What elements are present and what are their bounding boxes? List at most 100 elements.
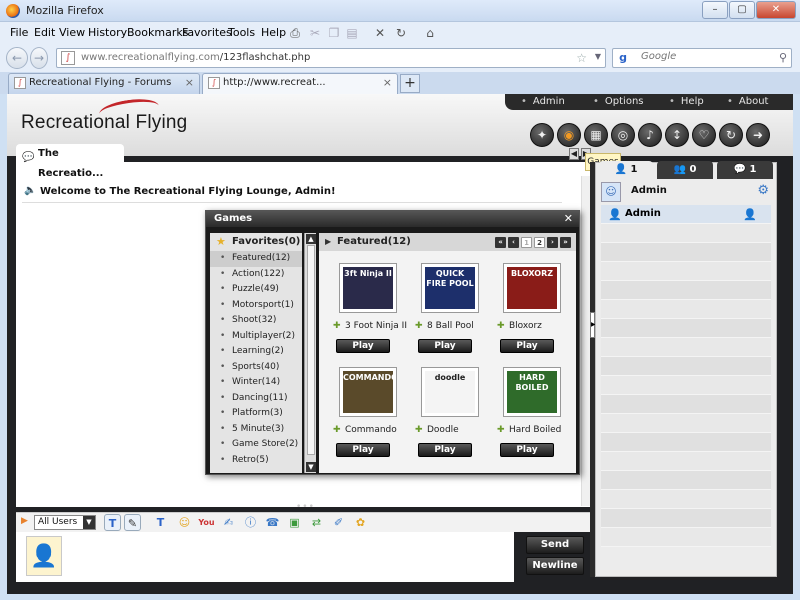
page-number[interactable]: 2 xyxy=(534,237,545,248)
search-icon[interactable]: ⚲ xyxy=(779,51,787,64)
send-button[interactable]: Send xyxy=(526,536,584,554)
refresh-icon[interactable]: ↻ xyxy=(719,123,743,147)
resize-grip[interactable]: ••• xyxy=(296,502,315,512)
game-thumbnail[interactable]: HARD BOILED xyxy=(503,367,561,417)
recipient-select[interactable]: All Users ▼ xyxy=(34,515,96,530)
page-number[interactable]: 1 xyxy=(521,237,532,248)
url-dropdown-icon[interactable]: ▼ xyxy=(595,52,601,61)
scroll-down-icon[interactable]: ▼ xyxy=(306,462,316,472)
menu-bookmarks[interactable]: Bookmarks xyxy=(127,26,188,39)
scroll-up-icon[interactable]: ▲ xyxy=(306,234,316,244)
close-tab-icon[interactable]: × xyxy=(383,74,392,92)
first-page-icon[interactable]: « xyxy=(495,237,506,248)
category-scrollbar[interactable]: ▲ ▼ xyxy=(304,233,316,473)
print-icon[interactable]: ⎙ xyxy=(287,25,303,41)
menu-help[interactable]: Help xyxy=(261,26,286,39)
favorites-category[interactable]: ★ Favorites(0) xyxy=(210,233,302,251)
play-button[interactable]: Play xyxy=(418,339,472,353)
message-input-area[interactable]: 👤 xyxy=(16,532,514,582)
room-prev-icon[interactable]: ◀ xyxy=(569,148,579,160)
chat-scrollbar[interactable] xyxy=(581,176,590,506)
sound-icon[interactable]: ♪ xyxy=(638,123,662,147)
game-thumbnail[interactable]: BLOXORZ xyxy=(503,263,561,313)
category-item[interactable]: Game Store(2) xyxy=(210,437,302,453)
game-thumbnail[interactable]: doodle xyxy=(421,367,479,417)
bookmark-star-icon[interactable]: ☆ xyxy=(576,51,587,65)
maximize-button[interactable]: ▢ xyxy=(729,1,755,19)
play-button[interactable]: Play xyxy=(336,443,390,457)
game-thumbnail[interactable]: COMMANDO xyxy=(339,367,397,417)
menu-history[interactable]: History xyxy=(88,26,127,39)
category-item[interactable]: 5 Minute(3) xyxy=(210,422,302,438)
category-item[interactable]: Sports(40) xyxy=(210,360,302,376)
category-item[interactable]: Dancing(11) xyxy=(210,391,302,407)
palette-icon[interactable]: ✿ xyxy=(352,514,369,531)
menu-tools[interactable]: Tools xyxy=(228,26,255,39)
stop-icon[interactable]: ✕ xyxy=(372,25,388,41)
category-item[interactable]: Featured(12) xyxy=(210,251,302,267)
info-icon[interactable]: ⓘ xyxy=(242,514,259,531)
chevron-down-icon[interactable]: ▼ xyxy=(83,516,95,529)
reload-icon[interactable]: ↻ xyxy=(393,25,409,41)
webcam-icon[interactable]: ◎ xyxy=(611,123,635,147)
forward-button[interactable]: → xyxy=(30,47,48,69)
link-help[interactable]: Help xyxy=(669,96,704,107)
browser-tab-chat[interactable]: ∫ http://www.recreat... × xyxy=(202,73,398,94)
minimize-button[interactable]: – xyxy=(702,1,728,19)
copy-icon[interactable]: ❐ xyxy=(326,25,342,41)
games-icon[interactable]: ◉ xyxy=(557,123,581,147)
gear-icon[interactable]: ⚙ xyxy=(757,183,769,198)
next-page-icon[interactable]: › xyxy=(547,237,558,248)
close-tab-icon[interactable]: × xyxy=(185,74,194,92)
paint-icon[interactable]: ✐ xyxy=(330,514,347,531)
browser-tab-forums[interactable]: ∫ Recreational Flying - Forums × xyxy=(8,73,200,94)
image-icon[interactable]: ▣ xyxy=(286,514,303,531)
paste-icon[interactable]: ▤ xyxy=(344,25,360,41)
search-bar[interactable]: g ⚲ xyxy=(612,48,792,68)
play-button[interactable]: Play xyxy=(418,443,472,457)
close-window-button[interactable]: ✕ xyxy=(756,1,796,19)
menu-file[interactable]: File xyxy=(10,26,28,39)
play-button[interactable]: Play xyxy=(336,339,390,353)
my-avatar-icon[interactable]: 👤 xyxy=(26,536,62,576)
link-admin[interactable]: Admin xyxy=(521,96,565,107)
user-list-item[interactable]: 👤 Admin 👤 xyxy=(601,205,771,224)
call-icon[interactable]: ☎ xyxy=(264,514,281,531)
game-thumbnail[interactable]: 3ft Ninja II xyxy=(339,263,397,313)
tab-messages[interactable]: 💬 1 xyxy=(717,161,773,179)
emotion-icon[interactable]: ♡ xyxy=(692,123,716,147)
tools-icon[interactable]: ✦ xyxy=(530,123,554,147)
room-tab[interactable]: 💬 The Recreatio... xyxy=(16,144,124,179)
user-avatar-icon[interactable]: ☺ xyxy=(601,182,621,202)
category-item[interactable]: Learning(2) xyxy=(210,344,302,360)
back-button[interactable]: ← xyxy=(6,47,28,69)
transfer-icon[interactable]: ⇄ xyxy=(308,514,325,531)
tab-users[interactable]: 👤 1 xyxy=(599,161,653,179)
link-options[interactable]: Options xyxy=(593,96,644,107)
youtube-icon[interactable]: You xyxy=(198,514,215,531)
edit-icon[interactable]: ✍ xyxy=(220,514,237,531)
scroll-thumb[interactable] xyxy=(307,245,315,455)
category-item[interactable]: Action(122) xyxy=(210,267,302,283)
text-format-icon[interactable]: T xyxy=(104,514,121,531)
play-button[interactable]: Play xyxy=(500,443,554,457)
font-icon[interactable]: T xyxy=(152,514,169,531)
category-item[interactable]: Retro(5) xyxy=(210,453,302,469)
search-input[interactable] xyxy=(641,51,771,62)
google-icon[interactable]: g xyxy=(616,51,630,65)
category-item[interactable]: Shoot(32) xyxy=(210,313,302,329)
game-thumbnail[interactable]: QUICK FIRE POOL xyxy=(421,263,479,313)
upload-icon[interactable]: ↕ xyxy=(665,123,689,147)
play-button[interactable]: Play xyxy=(500,339,554,353)
menu-view[interactable]: View xyxy=(59,26,85,39)
new-tab-button[interactable]: + xyxy=(400,74,420,93)
emoticon-icon[interactable]: ☺ xyxy=(176,514,193,531)
last-page-icon[interactable]: » xyxy=(560,237,571,248)
whiteboard-icon[interactable]: ▦ xyxy=(584,123,608,147)
close-icon[interactable]: ✕ xyxy=(564,211,573,227)
prev-page-icon[interactable]: ‹ xyxy=(508,237,519,248)
url-bar[interactable]: ∫ www.recreationalflying.com/123flashcha… xyxy=(56,48,606,68)
category-item[interactable]: Puzzle(49) xyxy=(210,282,302,298)
cut-icon[interactable]: ✂ xyxy=(307,25,323,41)
exit-icon[interactable]: ➜ xyxy=(746,123,770,147)
